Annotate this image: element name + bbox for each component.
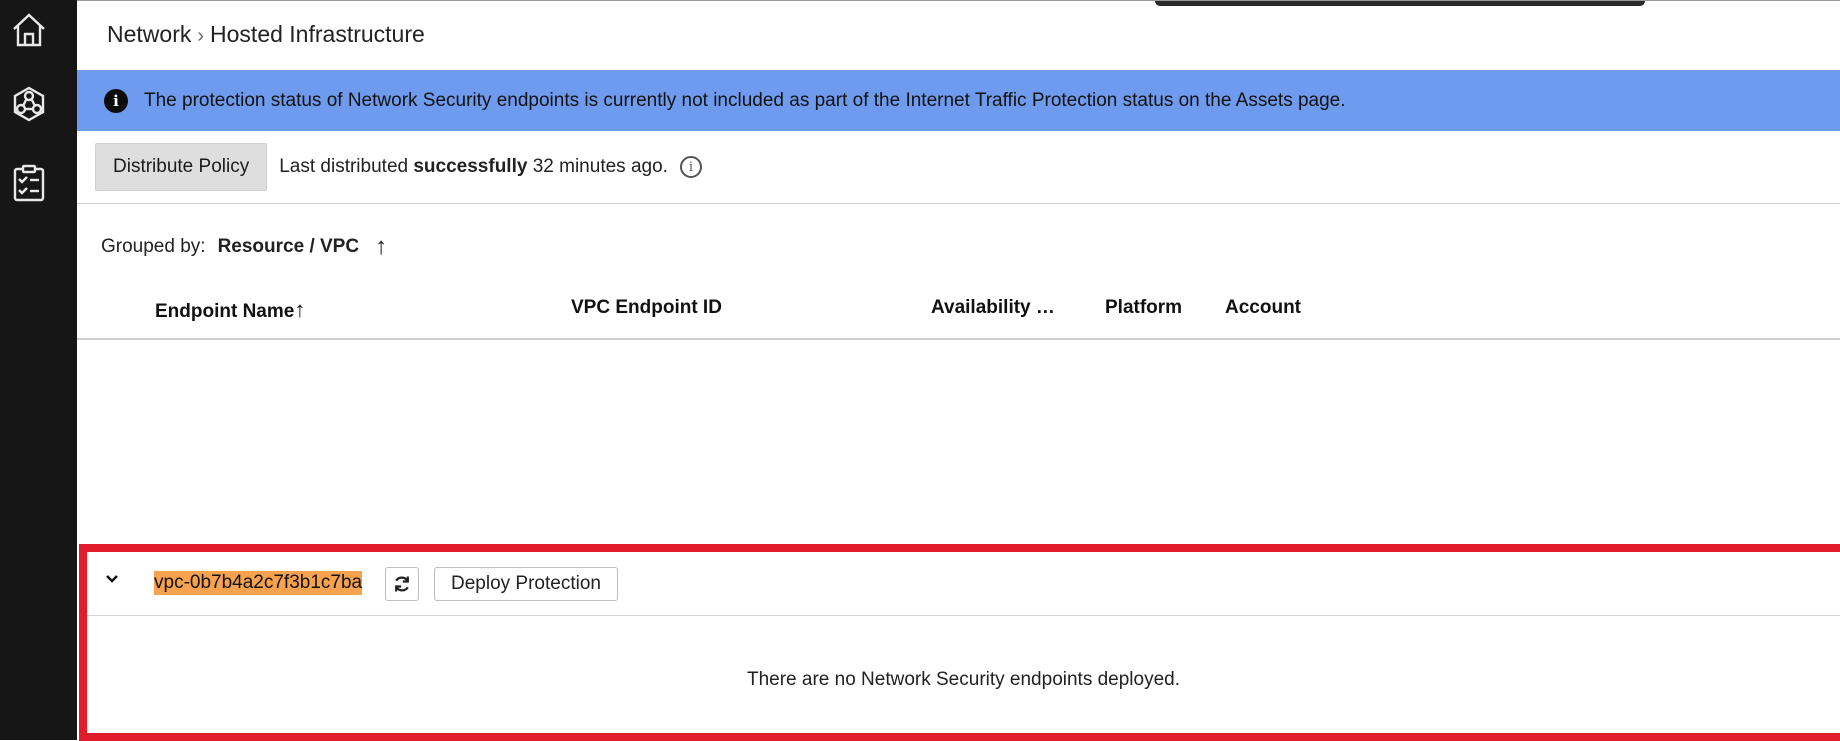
refresh-icon — [395, 576, 409, 592]
main-content: Network › Hosted Infrastructure i The prot… — [77, 0, 1840, 741]
group-divider — [87, 615, 1840, 616]
home-icon[interactable] — [9, 10, 49, 50]
last-distributed-status: Last distributed successfully 32 minutes… — [279, 156, 668, 178]
status-suffix: 32 minutes ago. — [532, 156, 668, 177]
policy-row: Distribute Policy Last distributed succe… — [95, 143, 702, 191]
network-hexagon-icon[interactable] — [9, 84, 49, 124]
sidebar — [0, 0, 77, 740]
highlighted-vpc-group: vpc-0b7b4a2c7f3b1c7ba Deploy Protection … — [79, 544, 1840, 741]
column-header-platform[interactable]: Platform — [1105, 297, 1182, 319]
vpc-id-label: vpc-0b7b4a2c7f3b1c7ba — [154, 571, 363, 595]
chevron-down-icon[interactable] — [105, 572, 119, 586]
banner-text: The protection status of Network Securit… — [144, 89, 1346, 111]
empty-state-message: There are no Network Security endpoints … — [746, 669, 1181, 690]
deploy-protection-button[interactable]: Deploy Protection — [434, 567, 618, 601]
sort-arrow-up-icon[interactable]: ↑ — [375, 233, 387, 261]
grouping-control: Grouped by: Resource / VPC ↑ — [101, 233, 387, 261]
refresh-button[interactable] — [385, 567, 419, 601]
column-header-vpc-endpoint-id[interactable]: VPC Endpoint ID — [571, 297, 722, 319]
info-icon: i — [104, 88, 128, 113]
sort-arrow-up-icon: ↑ — [294, 297, 306, 322]
breadcrumb: Network › Hosted Infrastructure — [107, 21, 425, 48]
breadcrumb-separator: › — [197, 25, 205, 47]
column-header-availability[interactable]: Availability … — [931, 297, 1055, 319]
table-header-divider — [77, 338, 1840, 340]
column-header-account[interactable]: Account — [1225, 297, 1301, 319]
info-outline-icon[interactable]: i — [679, 156, 702, 178]
breadcrumb-parent[interactable]: Network — [107, 21, 191, 47]
breadcrumb-current: Hosted Infrastructure — [210, 21, 425, 47]
column-header-endpoint-name[interactable]: Endpoint Name↑ — [155, 297, 305, 323]
distribute-policy-button[interactable]: Distribute Policy — [95, 143, 268, 191]
info-banner: i The protection status of Network Secur… — [77, 70, 1840, 131]
grouped-label: Grouped by: — [101, 236, 206, 257]
status-bold: successfully — [413, 156, 528, 177]
column-label: Endpoint Name — [155, 301, 295, 322]
popover-edge — [1155, 1, 1645, 6]
divider — [77, 203, 1840, 204]
grouped-value[interactable]: Resource / VPC — [218, 236, 360, 258]
status-prefix: Last distributed — [279, 156, 409, 177]
checklist-icon[interactable] — [9, 163, 49, 203]
